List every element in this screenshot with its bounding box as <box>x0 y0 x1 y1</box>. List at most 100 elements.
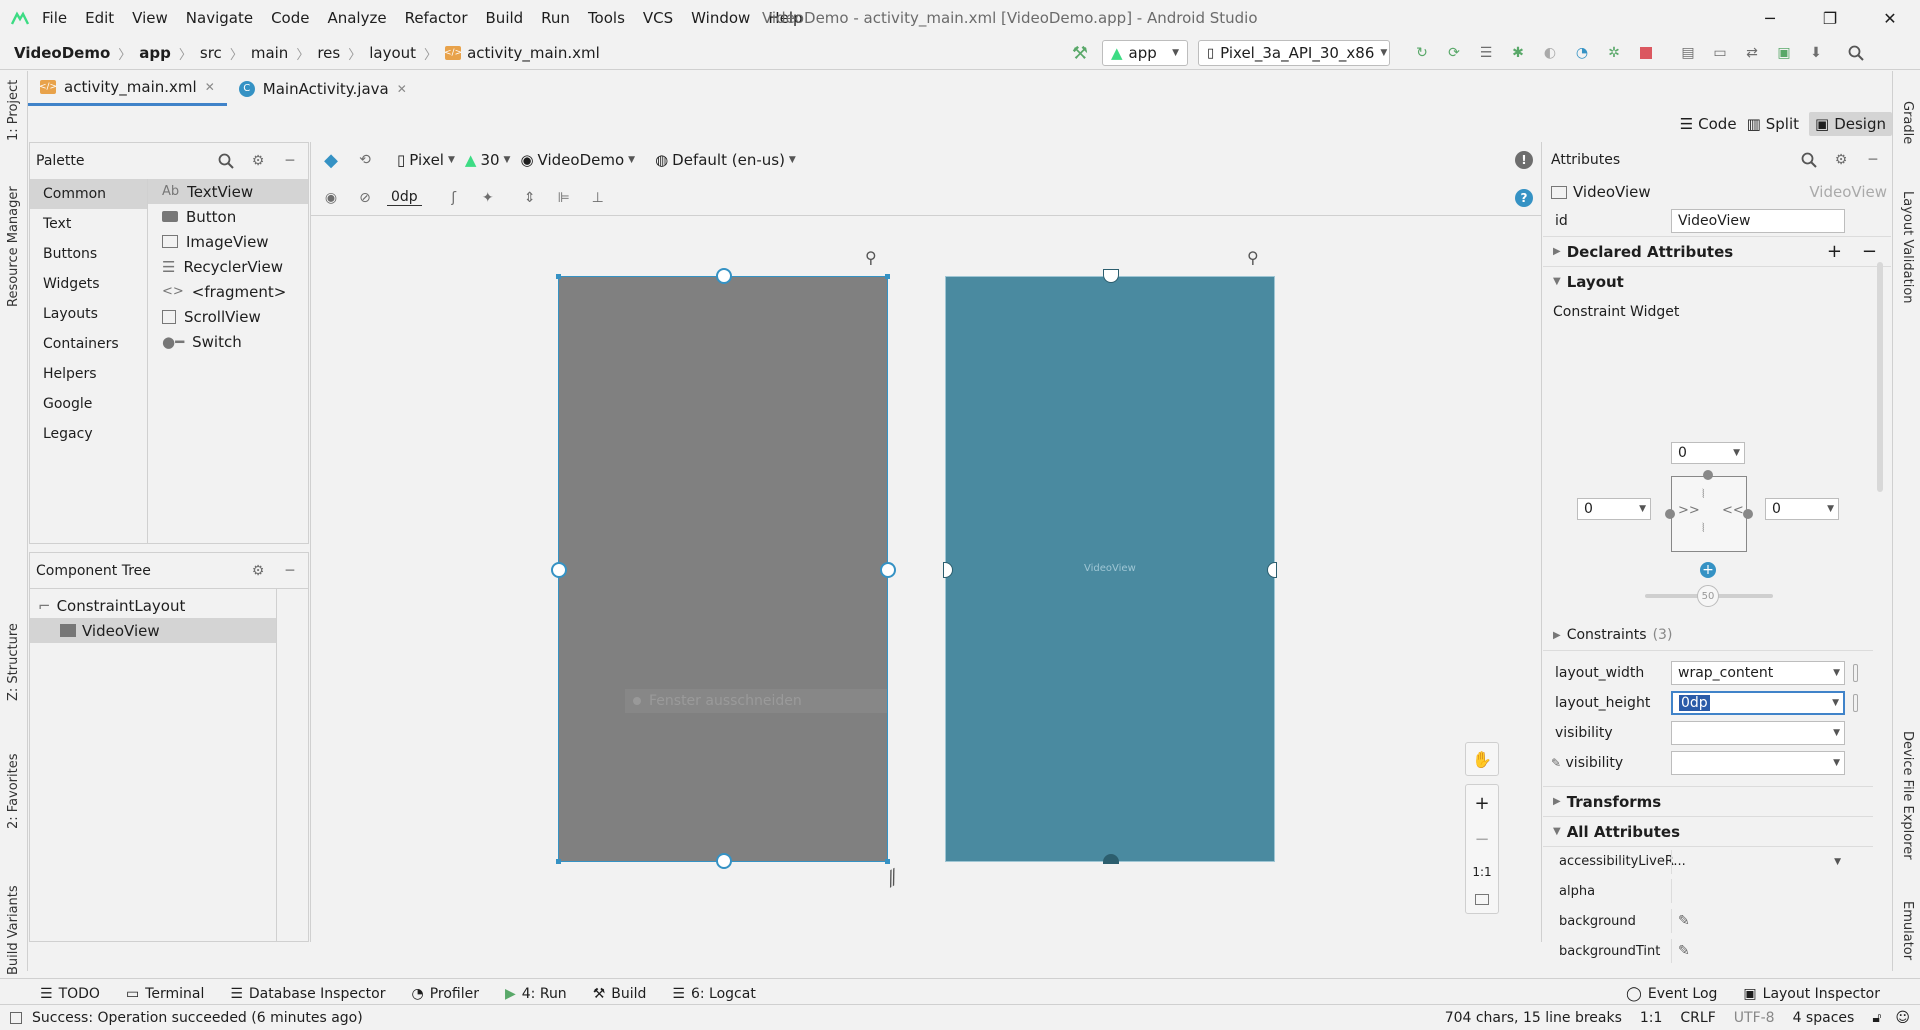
help-icon[interactable]: ? <box>1515 189 1533 207</box>
layers-icon[interactable]: ◆ <box>319 148 343 172</box>
clear-constraints-icon[interactable]: ʃ <box>442 186 466 210</box>
blueprint-surface[interactable]: VideoView <box>943 269 1277 864</box>
status-toggle-icon[interactable] <box>10 1011 22 1024</box>
right-constraint-dot[interactable] <box>1743 509 1753 519</box>
status-char-count[interactable]: 704 chars, 15 line breaks <box>1445 1010 1622 1026</box>
palette-item-switch[interactable]: ●━ Switch <box>148 329 308 354</box>
constraint-handle-right[interactable] <box>880 562 896 578</box>
profile-icon[interactable]: ◔ <box>1570 41 1594 65</box>
avd-manager-icon[interactable]: ▭ <box>1708 41 1732 65</box>
menu-file[interactable]: File <box>42 9 67 27</box>
layout-validation-tool-button[interactable]: Layout Validation <box>1900 191 1915 304</box>
logcat-tool-button[interactable]: ☰ 6: Logcat <box>672 986 755 1002</box>
close-icon[interactable]: ✕ <box>397 82 407 96</box>
breadcrumb-src[interactable]: src <box>200 44 222 62</box>
api-dropdown[interactable]: ▲ 30 ▼ <box>465 151 511 169</box>
status-encoding[interactable]: UTF-8 <box>1734 1010 1775 1026</box>
palette-item-button[interactable]: Button <box>148 204 308 229</box>
design-view-button[interactable]: ▣ Design <box>1809 112 1892 136</box>
bias-slider-thumb[interactable]: 50 <box>1697 585 1719 607</box>
coverage-icon[interactable]: ☰ <box>1474 41 1498 65</box>
constraint-handle-left[interactable] <box>551 562 567 578</box>
constraints-row[interactable]: ▶ Constraints (3) <box>1543 620 1873 650</box>
gear-icon[interactable]: ⚙ <box>1829 148 1853 172</box>
emulator-tool-button[interactable]: Emulator <box>1900 901 1915 960</box>
warning-icon[interactable]: ! <box>1515 151 1533 169</box>
lock-icon[interactable]: 🔓︎ <box>1872 1010 1881 1026</box>
menu-view[interactable]: View <box>132 9 168 27</box>
event-icon[interactable]: ☺ <box>1895 1010 1910 1026</box>
top-constraint-dot[interactable] <box>1703 470 1713 480</box>
menu-run[interactable]: Run <box>541 9 570 27</box>
tab-main-activity[interactable]: C MainActivity.java ✕ <box>227 72 419 106</box>
attr-value-input[interactable]: ✎ <box>1671 939 1845 963</box>
menu-analyze[interactable]: Analyze <box>327 9 386 27</box>
minimize-icon[interactable]: ─ <box>278 149 302 173</box>
status-caret-position[interactable]: 1:1 <box>1640 1010 1663 1026</box>
transforms-section[interactable]: ▶ Transforms <box>1543 786 1873 816</box>
guidelines-icon[interactable]: ⊥ <box>586 186 610 210</box>
eye-icon[interactable]: ◉ <box>319 186 343 210</box>
pin-icon[interactable]: ⚲ <box>1247 248 1259 267</box>
apply-code-changes-icon[interactable]: ⟳ <box>1442 41 1466 65</box>
event-log-tool-button[interactable]: ◯ Event Log <box>1626 986 1717 1002</box>
default-margin-field[interactable]: 0dp <box>387 189 422 206</box>
layout-section[interactable]: ▼ Layout <box>1543 266 1891 296</box>
align-icon[interactable]: ⊫ <box>552 186 576 210</box>
constraint-handle-top[interactable] <box>1103 269 1119 283</box>
tree-node-constraintlayout[interactable]: ⌐ ConstraintLayout <box>30 593 308 618</box>
gear-icon[interactable]: ⚙ <box>246 149 270 173</box>
menu-edit[interactable]: Edit <box>85 9 114 27</box>
constraint-handle-right[interactable] <box>1267 562 1277 578</box>
orientation-icon[interactable]: ⟲ <box>353 148 377 172</box>
palette-category-containers[interactable]: Containers <box>30 329 147 359</box>
pin-icon[interactable]: ⚲ <box>865 248 877 267</box>
pack-icon[interactable]: ⇕ <box>518 186 542 210</box>
debug-icon[interactable]: ✱ <box>1506 41 1530 65</box>
menu-code[interactable]: Code <box>271 9 309 27</box>
palette-item-imageview[interactable]: ImageView <box>148 229 308 254</box>
code-view-button[interactable]: ☰ Code <box>1680 115 1737 133</box>
palette-item-recyclerview[interactable]: ☰ RecyclerView <box>148 254 308 279</box>
palette-category-helpers[interactable]: Helpers <box>30 359 147 389</box>
menu-refactor[interactable]: Refactor <box>405 9 468 27</box>
close-icon[interactable]: ✕ <box>205 80 215 94</box>
minimize-icon[interactable]: ─ <box>1861 148 1885 172</box>
infer-constraints-icon[interactable]: ✦ <box>476 186 500 210</box>
run-tool-button[interactable]: ▶ 4: Run <box>505 986 567 1002</box>
breadcrumb-layout[interactable]: layout <box>369 44 416 62</box>
margin-left-field[interactable]: 0 ▼ <box>1577 498 1651 520</box>
gradle-tool-button[interactable]: Gradle <box>1900 101 1915 144</box>
resource-manager-tool-button[interactable]: Resource Manager <box>6 186 21 307</box>
status-line-separator[interactable]: CRLF <box>1680 1010 1715 1026</box>
maximize-button[interactable]: ❐ <box>1800 0 1860 37</box>
build-tool-button[interactable]: ⚒ Build <box>593 986 647 1002</box>
zoom-to-fit-icon[interactable] <box>1475 894 1489 906</box>
palette-category-text[interactable]: Text <box>30 209 147 239</box>
palette-category-widgets[interactable]: Widgets <box>30 269 147 299</box>
visibility-select[interactable]: ▼ <box>1671 721 1845 745</box>
device-dropdown[interactable]: ▯ Pixel ▼ <box>397 151 455 169</box>
remove-icon[interactable]: − <box>1862 241 1877 262</box>
minimize-button[interactable]: ─ <box>1740 0 1800 37</box>
search-icon[interactable] <box>214 149 238 173</box>
zoom-actual-size-button[interactable]: 1:1 <box>1472 865 1491 879</box>
margin-top-field[interactable]: 0 ▼ <box>1671 442 1745 464</box>
hammer-icon[interactable]: ⚒ <box>1068 41 1092 65</box>
attr-value-input[interactable]: ✎ <box>1671 909 1845 933</box>
layout-inspector-tool-button[interactable]: ▣ Layout Inspector <box>1743 986 1880 1002</box>
breadcrumb-main[interactable]: main <box>251 44 288 62</box>
theme-dropdown[interactable]: ◉ VideoDemo ▼ <box>520 151 635 169</box>
attach-debugger-icon[interactable]: ◐ <box>1538 41 1562 65</box>
declared-attributes-section[interactable]: ▶ Declared Attributes + − <box>1543 236 1891 266</box>
tab-activity-main[interactable]: </> activity_main.xml ✕ <box>28 72 227 106</box>
todo-tool-button[interactable]: ☰ TODO <box>40 986 100 1002</box>
palette-category-common[interactable]: Common <box>30 179 147 209</box>
profiler-tool-button[interactable]: ◔ Profiler <box>411 986 479 1002</box>
menu-vcs[interactable]: VCS <box>643 9 673 27</box>
canvas-resize-handle[interactable]: ⁄⁄ <box>883 866 901 890</box>
attr-value-input[interactable] <box>1671 879 1845 903</box>
sync-icon[interactable]: ✲ <box>1602 41 1626 65</box>
zoom-in-button[interactable]: + <box>1474 793 1489 814</box>
constraint-handle-bottom[interactable] <box>716 853 732 869</box>
